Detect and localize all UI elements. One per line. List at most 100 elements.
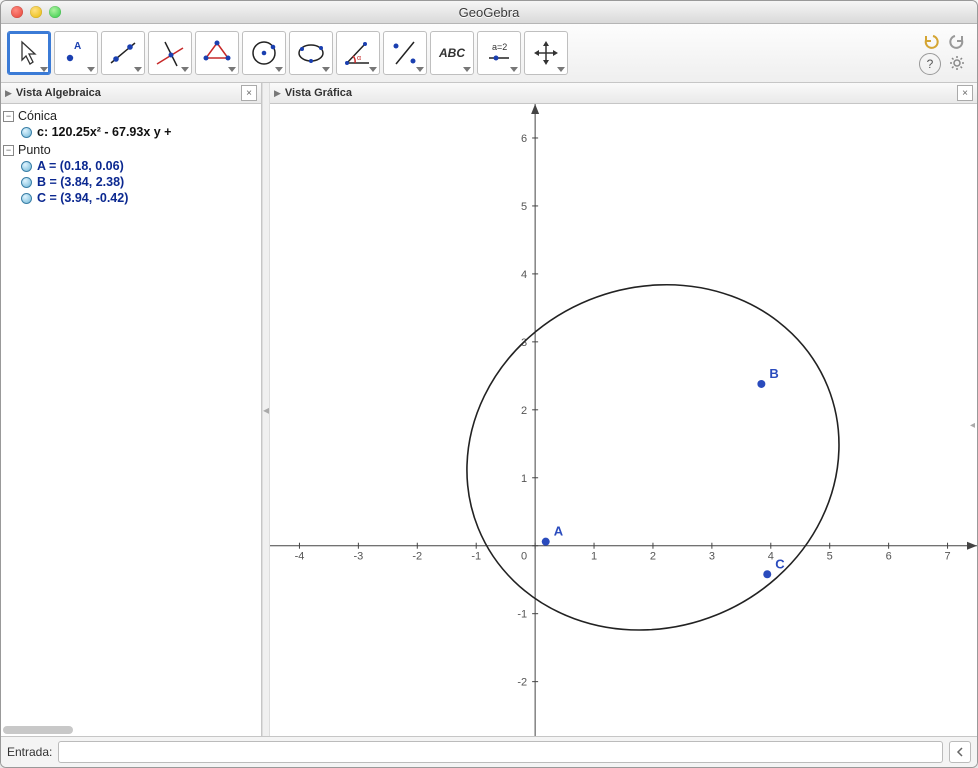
window-controls	[11, 6, 61, 18]
svg-text:6: 6	[886, 551, 892, 563]
svg-text:0: 0	[521, 551, 527, 563]
undo-button[interactable]	[921, 31, 941, 51]
move-view-icon	[529, 36, 563, 70]
tree-group-label: Cónica	[18, 109, 57, 123]
collapse-icon: ▶	[274, 88, 281, 99]
tree-group-header[interactable]: −Punto	[3, 142, 259, 158]
coordinate-plane[interactable]: -4-3-2-11234567-2-11234560ABC	[270, 104, 977, 736]
tree-item[interactable]: A = (0.18, 0.06)	[3, 158, 259, 174]
collapse-box-icon: −	[3, 145, 14, 156]
tree-item-label: C = (3.94, -0.42)	[37, 191, 128, 205]
svg-text:α: α	[357, 55, 361, 62]
line-tool[interactable]	[101, 31, 145, 75]
text-icon: ABC	[439, 46, 465, 60]
tree-item-label: c: 120.25x² - 67.93x y +	[37, 125, 171, 139]
point-C[interactable]	[763, 570, 771, 578]
svg-text:A: A	[74, 41, 81, 52]
algebra-pane-header[interactable]: ▶ Vista Algebraica ×	[1, 83, 261, 104]
svg-text:-1: -1	[517, 609, 527, 621]
point-tool[interactable]: A	[54, 31, 98, 75]
redo-button[interactable]	[947, 31, 967, 51]
chevron-left-icon	[955, 747, 965, 757]
svg-text:-4: -4	[295, 551, 305, 563]
reflect-tool[interactable]	[383, 31, 427, 75]
point-A[interactable]	[542, 538, 550, 546]
graphics-pane-header[interactable]: ▶ Vista Gráfica ×	[270, 83, 977, 104]
angle-icon: α	[341, 36, 375, 70]
move-view-tool[interactable]	[524, 31, 568, 75]
right-handle-icon[interactable]: ◂	[970, 420, 975, 431]
algebra-tree[interactable]: −Cónicac: 120.25x² - 67.93x y +−PuntoA =…	[1, 104, 261, 736]
input-bar: Entrada:	[1, 737, 977, 767]
ellipse-icon	[294, 36, 328, 70]
toolbar-right: ?	[919, 31, 971, 75]
visibility-toggle-icon[interactable]	[21, 177, 32, 188]
close-graphics-pane-button[interactable]: ×	[957, 85, 973, 101]
svg-text:3: 3	[709, 551, 715, 563]
svg-text:5: 5	[827, 551, 833, 563]
point-label: A	[554, 524, 564, 539]
tree-item[interactable]: c: 120.25x² - 67.93x y +	[3, 124, 259, 140]
tree-item-label: B = (3.84, 2.38)	[37, 175, 124, 189]
text-tool[interactable]: ABC	[430, 31, 474, 75]
collapse-icon: ▶	[5, 88, 12, 99]
svg-text:6: 6	[521, 133, 527, 145]
reflect-icon	[388, 36, 422, 70]
graphics-pane: ▶ Vista Gráfica × -4-3-2-11234567-2-1123…	[270, 83, 977, 736]
svg-text:a=2: a=2	[492, 42, 507, 52]
help-button[interactable]: ?	[919, 53, 941, 75]
input-label: Entrada:	[7, 745, 52, 759]
tree-group-label: Punto	[18, 143, 51, 157]
svg-text:-2: -2	[517, 677, 527, 689]
slider-tool[interactable]: a=2	[477, 31, 521, 75]
visibility-toggle-icon[interactable]	[21, 127, 32, 138]
visibility-toggle-icon[interactable]	[21, 161, 32, 172]
minimize-window-button[interactable]	[30, 6, 42, 18]
tree-item[interactable]: B = (3.84, 2.38)	[3, 174, 259, 190]
graphics-pane-title: Vista Gráfica	[285, 87, 352, 99]
slider-icon: a=2	[482, 36, 516, 70]
circle-tool[interactable]	[242, 31, 286, 75]
close-window-button[interactable]	[11, 6, 23, 18]
titlebar: GeoGebra	[1, 1, 977, 24]
tree-group-header[interactable]: −Cónica	[3, 108, 259, 124]
svg-text:1: 1	[521, 473, 527, 485]
close-algebra-pane-button[interactable]: ×	[241, 85, 257, 101]
graphics-view[interactable]: -4-3-2-11234567-2-11234560ABC ◂	[270, 104, 977, 736]
point-B[interactable]	[757, 380, 765, 388]
scrollbar-thumb[interactable]	[3, 726, 73, 734]
point-label: C	[775, 556, 785, 571]
tool-group: A	[7, 31, 568, 75]
input-help-button[interactable]	[949, 741, 971, 763]
svg-text:4: 4	[768, 551, 774, 563]
toolbar: A	[1, 24, 977, 83]
polygon-icon	[200, 36, 234, 70]
zoom-window-button[interactable]	[49, 6, 61, 18]
window-title: GeoGebra	[1, 5, 977, 20]
pane-splitter[interactable]: ◂	[262, 83, 270, 736]
conic-tool[interactable]	[289, 31, 333, 75]
line-icon	[106, 36, 140, 70]
tree-item-label: A = (0.18, 0.06)	[37, 159, 124, 173]
point-label: B	[769, 366, 778, 381]
svg-text:5: 5	[521, 201, 527, 213]
svg-text:-3: -3	[353, 551, 363, 563]
polygon-tool[interactable]	[195, 31, 239, 75]
algebra-pane-title: Vista Algebraica	[16, 87, 101, 99]
circle-icon	[247, 36, 281, 70]
settings-button[interactable]	[947, 53, 967, 73]
point-icon: A	[59, 36, 93, 70]
command-input[interactable]	[58, 741, 943, 763]
svg-text:-2: -2	[412, 551, 422, 563]
svg-text:2: 2	[650, 551, 656, 563]
svg-text:1: 1	[591, 551, 597, 563]
visibility-toggle-icon[interactable]	[21, 193, 32, 204]
content-area: ▶ Vista Algebraica × −Cónicac: 120.25x² …	[1, 83, 977, 737]
tree-item[interactable]: C = (3.94, -0.42)	[3, 190, 259, 206]
svg-text:7: 7	[944, 551, 950, 563]
perpendicular-tool[interactable]	[148, 31, 192, 75]
angle-tool[interactable]: α	[336, 31, 380, 75]
algebra-pane: ▶ Vista Algebraica × −Cónicac: 120.25x² …	[1, 83, 262, 736]
collapse-box-icon: −	[3, 111, 14, 122]
move-tool[interactable]	[7, 31, 51, 75]
